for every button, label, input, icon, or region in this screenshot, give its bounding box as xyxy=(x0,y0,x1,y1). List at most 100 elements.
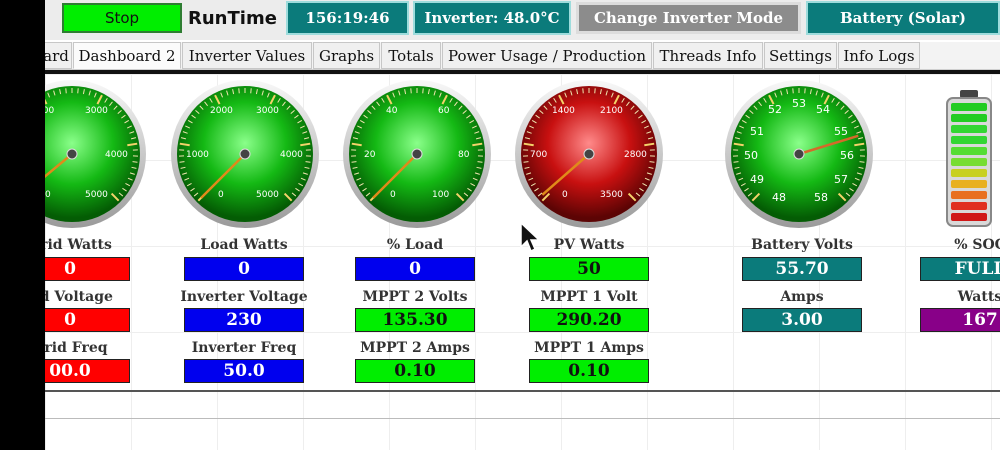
tab-inverter-values[interactable]: Inverter Values xyxy=(182,42,312,69)
gauge-tick-label: 48 xyxy=(772,191,786,204)
gauge-tick-label: 1000 xyxy=(186,150,209,160)
gauge-tick xyxy=(305,161,311,163)
gauge-tick xyxy=(859,161,865,163)
battery-cell xyxy=(951,114,987,122)
gauge-tick-label: 57 xyxy=(834,173,848,186)
stop-button[interactable]: Stop xyxy=(62,3,182,33)
gauge-tick-label: 1400 xyxy=(552,106,575,116)
soc-value: FULL xyxy=(920,257,1000,281)
battery-watts-label: Watts xyxy=(957,289,1000,305)
grid-freq-value: 00.0 xyxy=(45,359,130,383)
grid-watts-gauge: 000 3000 4000 5000 0 xyxy=(45,80,146,228)
percent-load-label: % Load xyxy=(386,237,444,253)
tab-dashboard-2[interactable]: Dashboard 2 xyxy=(73,42,181,69)
content-divider xyxy=(45,418,1000,419)
gauge-tick-label: 50 xyxy=(744,149,758,162)
gauge-tick-label: 100 xyxy=(432,190,449,200)
gauge-tick-label: 51 xyxy=(750,125,764,138)
tab-dashboard[interactable]: ard xyxy=(45,42,72,69)
tab-bar: ard Dashboard 2 Inverter Values Graphs T… xyxy=(45,42,1000,70)
tab-graphs[interactable]: Graphs xyxy=(313,42,380,69)
grid-voltage-label: rid Voltage xyxy=(45,289,113,305)
change-inverter-mode-button[interactable]: Change Inverter Mode xyxy=(576,2,801,34)
gauge-tick-label: 3500 xyxy=(600,190,623,200)
battery-cells xyxy=(951,103,987,221)
grid-voltage-value: 0 xyxy=(45,308,130,332)
tab-settings[interactable]: Settings xyxy=(764,42,837,69)
runtime-value: 156:19:46 xyxy=(286,1,409,35)
gauge-tick xyxy=(649,161,655,163)
inverter-voltage-label: Inverter Voltage xyxy=(180,289,308,305)
grid-watts-label: Grid Watts xyxy=(45,237,112,253)
percent-load-gauge: 20 40 60 80 100 0 xyxy=(343,80,491,228)
battery-volts-value: 55.70 xyxy=(742,257,862,281)
battery-cell xyxy=(951,103,987,111)
gauge-tick-label: 40 xyxy=(386,106,398,116)
gauge-tick-label: 56 xyxy=(840,149,854,162)
pv-watts-value: 50 xyxy=(529,257,649,281)
gauge-tick-label: 0 xyxy=(45,190,51,200)
mppt2-volts-value: 135.30 xyxy=(355,308,475,332)
gauge-tick-label: 700 xyxy=(530,150,547,160)
gauge-tick-label: 3000 xyxy=(256,106,279,116)
battery-mode-status: Battery (Solar) xyxy=(806,1,1000,35)
battery-amps-label: Amps xyxy=(780,289,824,305)
load-watts-label: Load Watts xyxy=(200,237,288,253)
gauge-tick-label: 0 xyxy=(390,190,396,200)
gauge-tick-label: 4000 xyxy=(105,150,128,160)
battery-cell xyxy=(951,158,987,166)
mppt1-volt-label: MPPT 1 Volt xyxy=(540,289,638,305)
runtime-label: RunTime xyxy=(188,7,277,29)
gauge-tick-label: 5000 xyxy=(85,190,108,200)
gauge-tick-label: 60 xyxy=(438,106,450,116)
inverter-voltage-value: 230 xyxy=(184,308,304,332)
gauge-tick-label: 80 xyxy=(458,150,470,160)
content-divider xyxy=(45,390,1000,392)
battery-cell xyxy=(951,136,987,144)
gauge-tick xyxy=(733,161,739,163)
mppt2-amps-value: 0.10 xyxy=(355,359,475,383)
mppt1-amps-value: 0.10 xyxy=(529,359,649,383)
gauge-tick-label: 5000 xyxy=(256,190,279,200)
mppt2-amps-label: MPPT 2 Amps xyxy=(360,340,470,356)
grid-watts-value: 0 xyxy=(45,257,130,281)
gauge-hub xyxy=(239,148,251,160)
battery-volts-label: Battery Volts xyxy=(751,237,853,253)
battery-cell xyxy=(951,191,987,199)
pv-watts-gauge: 700 1400 2100 2800 3500 0 xyxy=(515,80,663,228)
load-watts-gauge: 1000 2000 3000 4000 5000 0 xyxy=(171,80,319,228)
battery-cell xyxy=(951,169,987,177)
battery-level-icon xyxy=(946,90,992,227)
gauge-tick-label: 0 xyxy=(218,190,224,200)
gauge-tick-label: 4000 xyxy=(280,150,303,160)
gauge-tick-label: 52 xyxy=(768,103,782,116)
battery-terminal xyxy=(960,90,978,98)
percent-load-value: 0 xyxy=(355,257,475,281)
inverter-temperature: Inverter: 48.0°C xyxy=(413,1,571,35)
inverter-freq-value: 50.0 xyxy=(184,359,304,383)
mppt1-volt-value: 290.20 xyxy=(529,308,649,332)
mppt1-amps-label: MPPT 1 Amps xyxy=(534,340,644,356)
tab-power-usage-production[interactable]: Power Usage / Production xyxy=(442,42,652,69)
gauge-tick xyxy=(179,161,185,163)
inverter-freq-label: Inverter Freq xyxy=(191,340,297,356)
soc-label: % SOC xyxy=(954,237,1000,253)
tab-info-logs[interactable]: Info Logs xyxy=(838,42,920,69)
battery-cell xyxy=(951,125,987,133)
tab-totals[interactable]: Totals xyxy=(381,42,441,69)
gauge-tick xyxy=(523,161,529,163)
gauge-tick-label: 20 xyxy=(364,150,376,160)
battery-amps-value: 3.00 xyxy=(742,308,862,332)
gauge-tick-label: 49 xyxy=(750,173,764,186)
gauge-hub xyxy=(583,148,595,160)
battery-cell xyxy=(951,147,987,155)
tab-threads-info[interactable]: Threads Info xyxy=(653,42,763,69)
gauge-tick-label: 58 xyxy=(814,191,828,204)
gauge-tick-label: 53 xyxy=(792,97,806,110)
left-black-bar xyxy=(0,0,45,450)
gauge-hub xyxy=(66,148,78,160)
battery-cell xyxy=(951,202,987,210)
gauge-tick-label: 3000 xyxy=(85,106,108,116)
dashboard-content: 000 3000 4000 5000 0 1000 2000 3000 4000… xyxy=(45,74,1000,450)
gauge-tick-label: 000 xyxy=(45,106,54,116)
